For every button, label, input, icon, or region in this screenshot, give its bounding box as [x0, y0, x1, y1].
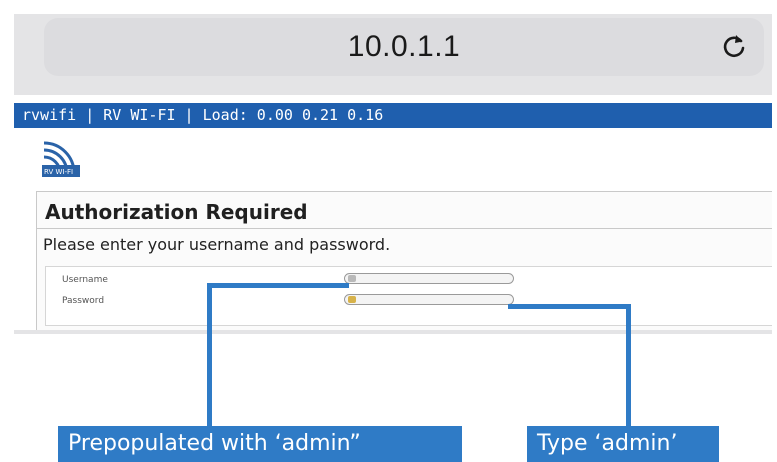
- page-content: rvwifi | RV WI-FI | Load: 0.00 0.21 0.16…: [14, 95, 772, 330]
- panel-title: Authorization Required: [45, 200, 308, 224]
- rv-wifi-logo: RV WI-FI: [40, 135, 82, 179]
- password-callout: Type ‘admin’: [527, 426, 719, 462]
- username-callout: Prepopulated with ‘admin”: [58, 426, 462, 462]
- username-label: Username: [62, 275, 108, 285]
- logo-text: RV WI-FI: [44, 168, 73, 176]
- password-field[interactable]: [344, 294, 514, 305]
- password-key-icon: [348, 296, 356, 303]
- login-form: Username Password: [45, 266, 772, 326]
- autofill-key-icon: [348, 275, 356, 282]
- password-label: Password: [62, 296, 105, 306]
- password-callout-line: [508, 304, 631, 309]
- address-bar[interactable]: 10.0.1.1: [44, 18, 764, 76]
- username-callout-line: [207, 283, 212, 430]
- router-status-bar: rvwifi | RV WI-FI | Load: 0.00 0.21 0.16: [14, 103, 772, 128]
- address-url: 10.0.1.1: [347, 30, 461, 63]
- username-callout-line: [207, 283, 349, 288]
- auth-panel: Authorization Required Please enter your…: [36, 191, 772, 330]
- panel-message: Please enter your username and password.: [43, 235, 391, 254]
- username-field[interactable]: [344, 273, 514, 284]
- password-callout-line: [626, 304, 631, 430]
- panel-divider: [37, 228, 772, 229]
- reload-icon[interactable]: [720, 32, 748, 60]
